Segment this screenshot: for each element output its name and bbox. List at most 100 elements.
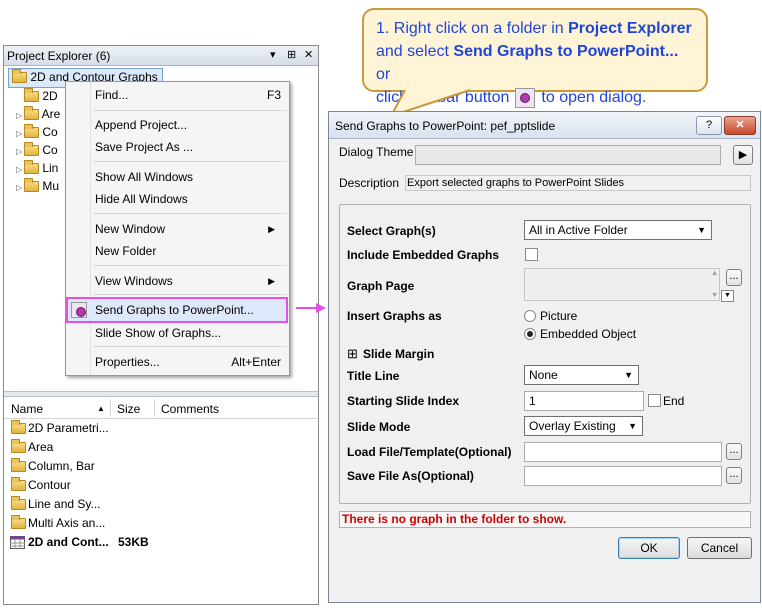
- load-file-browse-button[interactable]: ...: [726, 443, 742, 460]
- tree-item-label: Co: [42, 143, 58, 157]
- open-folder-icon: [12, 69, 27, 84]
- expand-icon[interactable]: ▷: [16, 129, 22, 138]
- close-icon[interactable]: ✕: [304, 48, 313, 61]
- select-graphs-dropdown[interactable]: All in Active Folder: [524, 220, 712, 240]
- expand-icon[interactable]: ▷: [16, 111, 22, 120]
- submenu-arrow-icon: ▶: [268, 224, 275, 234]
- dialog-titlebar: Send Graphs to PowerPoint: pef_pptslide …: [329, 112, 760, 139]
- graph-page-list[interactable]: ▲ ▼: [524, 268, 720, 301]
- menu-item-view-windows[interactable]: View Windows ▶: [95, 271, 281, 291]
- list-item-name: 2D Parametri...: [28, 421, 109, 435]
- tree-item[interactable]: 2D: [24, 87, 58, 105]
- status-message: There is no graph in the folder to show.: [339, 511, 751, 528]
- theme-menu-button[interactable]: ▶: [733, 145, 753, 165]
- powerpoint-icon: [71, 302, 87, 318]
- close-button[interactable]: ✕: [724, 116, 756, 135]
- end-checkbox[interactable]: [648, 394, 661, 407]
- title-line-dropdown[interactable]: None: [524, 365, 639, 385]
- end-checkbox-label[interactable]: End: [663, 394, 684, 408]
- project-explorer-title: Project Explorer (6): [7, 49, 111, 63]
- menu-item-new-folder[interactable]: New Folder: [95, 241, 281, 261]
- starting-slide-index-input[interactable]: 1: [524, 391, 644, 411]
- menu-separator: [93, 161, 287, 162]
- embedded-object-radio[interactable]: [524, 328, 536, 340]
- list-item[interactable]: Line and Sy...: [4, 495, 318, 514]
- menu-item-slide-show[interactable]: Slide Show of Graphs...: [95, 323, 281, 343]
- menu-label: Properties...: [95, 355, 160, 369]
- description-text: Export selected graphs to PowerPoint Sli…: [405, 175, 751, 191]
- embedded-object-radio-label[interactable]: Embedded Object: [540, 327, 636, 341]
- send-graphs-dialog: Send Graphs to PowerPoint: pef_pptslide …: [328, 111, 761, 603]
- list-header: Name ▲ Size Comments: [4, 397, 318, 419]
- menu-separator: [93, 294, 287, 295]
- menu-label: Show All Windows: [95, 170, 194, 184]
- menu-item-hide-all-windows[interactable]: Hide All Windows: [95, 189, 281, 209]
- folder-icon: [11, 496, 26, 510]
- menu-item-append-project[interactable]: Append Project...: [95, 115, 281, 135]
- menu-item-send-graphs-to-powerpoint[interactable]: Send Graphs to PowerPoint...: [66, 297, 288, 323]
- slide-mode-dropdown[interactable]: Overlay Existing: [524, 416, 643, 436]
- tree-item[interactable]: Are: [24, 105, 60, 123]
- list-item[interactable]: 2D and Cont... 53KB: [4, 533, 318, 552]
- powerpoint-toolbar-icon: [515, 87, 536, 108]
- expand-icon[interactable]: ⊞: [347, 346, 358, 362]
- save-file-browse-button[interactable]: ...: [726, 467, 742, 484]
- column-divider[interactable]: [154, 399, 155, 417]
- picture-radio-label[interactable]: Picture: [540, 309, 577, 323]
- menu-item-find[interactable]: Find... F3: [95, 85, 281, 105]
- graph-page-browse-button[interactable]: ...: [726, 269, 742, 286]
- folder-icon: [24, 124, 39, 139]
- dropdown-icon[interactable]: ▾: [270, 48, 276, 61]
- scroll-up-icon[interactable]: ▲: [711, 270, 718, 277]
- scroll-down-icon[interactable]: ▼: [711, 292, 718, 299]
- list-item[interactable]: 2D Parametri...: [4, 419, 318, 438]
- column-name[interactable]: Name: [11, 402, 43, 416]
- tree-item[interactable]: Lin: [24, 159, 58, 177]
- column-size[interactable]: Size: [117, 402, 140, 416]
- column-divider[interactable]: [110, 399, 111, 417]
- slide-margin-label[interactable]: Slide Margin: [363, 347, 434, 361]
- ok-button[interactable]: OK: [618, 537, 680, 559]
- menu-label: View Windows: [95, 274, 173, 288]
- menu-item-properties[interactable]: Properties... Alt+Enter: [95, 352, 281, 372]
- list-item[interactable]: Multi Axis an...: [4, 514, 318, 533]
- menu-item-new-window[interactable]: New Window ▶: [95, 219, 281, 239]
- folder-icon: [24, 160, 39, 175]
- menu-label: Hide All Windows: [95, 192, 188, 206]
- menu-item-save-project-as[interactable]: Save Project As ...: [95, 137, 281, 157]
- callout-line1-bold: Project Explorer: [568, 20, 692, 37]
- tree-item[interactable]: Mu: [24, 177, 59, 195]
- picture-radio[interactable]: [524, 310, 536, 322]
- tree-item[interactable]: Co: [24, 141, 58, 159]
- menu-item-show-all-windows[interactable]: Show All Windows: [95, 167, 281, 187]
- menu-label: Save Project As ...: [95, 140, 194, 154]
- menu-separator: [93, 346, 287, 347]
- folder-icon: [11, 477, 26, 491]
- title-line-label: Title Line: [347, 369, 400, 383]
- slide-mode-label: Slide Mode: [347, 420, 411, 434]
- save-file-label: Save File As(Optional): [347, 469, 474, 483]
- load-file-input[interactable]: [524, 442, 722, 462]
- callout-line2-suffix: or: [376, 66, 391, 83]
- include-embedded-checkbox[interactable]: [525, 248, 538, 261]
- tree-item[interactable]: Co: [24, 123, 58, 141]
- list-item[interactable]: Column, Bar: [4, 457, 318, 476]
- project-explorer-titlebar: Project Explorer (6) ▾ ⊞ ✕: [4, 46, 318, 66]
- folder-icon: [11, 439, 26, 453]
- expand-icon[interactable]: ▷: [16, 147, 22, 156]
- list-item[interactable]: Area: [4, 438, 318, 457]
- cancel-button[interactable]: Cancel: [687, 537, 752, 559]
- dialog-theme-field[interactable]: [415, 145, 721, 165]
- expand-icon[interactable]: ▷: [16, 183, 22, 192]
- pin-icon[interactable]: ⊞: [287, 48, 296, 61]
- list-item[interactable]: Contour: [4, 476, 318, 495]
- help-button[interactable]: ?: [696, 116, 722, 135]
- list-item-name: Contour: [28, 478, 71, 492]
- callout-line2-bold: Send Graphs to PowerPoint...: [453, 43, 679, 60]
- folder-icon: [24, 178, 39, 193]
- save-file-input[interactable]: [524, 466, 722, 486]
- graph-page-dropdown-icon[interactable]: ▼: [721, 290, 734, 302]
- context-menu: Find... F3 Append Project... Save Project…: [65, 81, 290, 376]
- column-comments[interactable]: Comments: [161, 402, 219, 416]
- expand-icon[interactable]: ▷: [16, 165, 22, 174]
